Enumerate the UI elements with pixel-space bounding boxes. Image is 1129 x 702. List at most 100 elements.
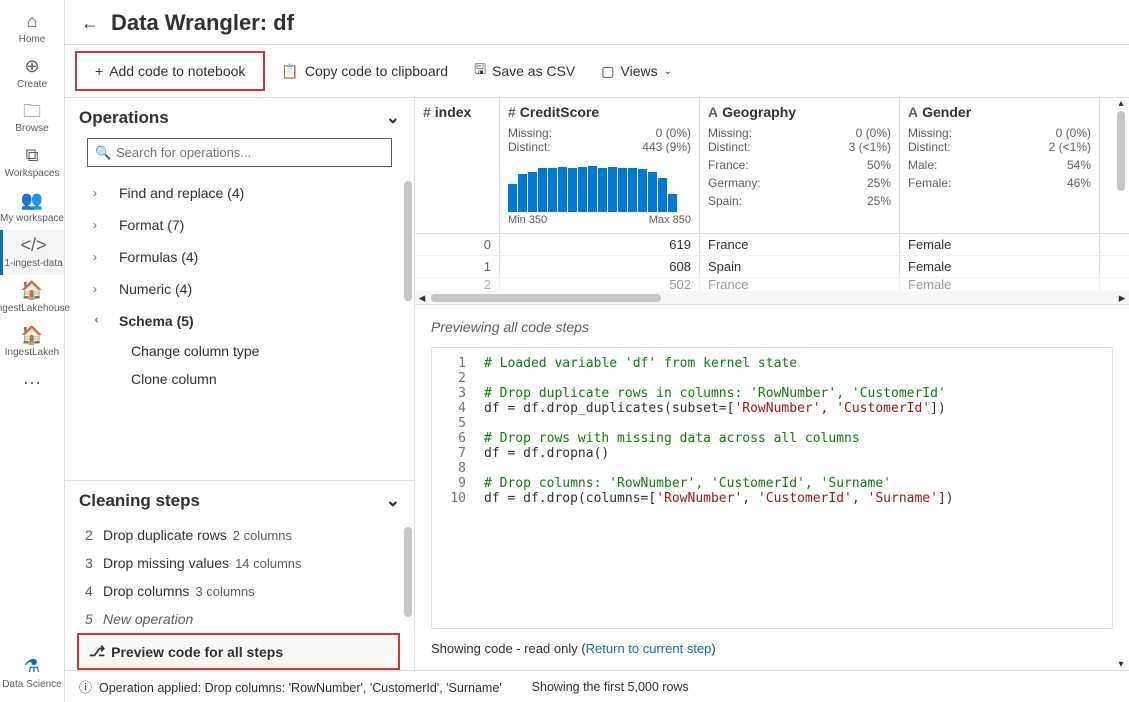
step-name: Drop missing values: [103, 555, 229, 571]
rail-workspaces[interactable]: ⧉ Workspaces: [0, 140, 64, 185]
main-area: ← Data Wrangler: df + Add code to notebo…: [65, 0, 1129, 702]
op-fr-label: Find and replace (4): [119, 185, 244, 201]
search-wrap: 🔍: [65, 138, 414, 177]
step-row-4[interactable]: 4 Drop columns 3 columns: [83, 577, 404, 605]
op-schema-label: Schema (5): [119, 313, 194, 329]
save-csv-label: Save as CSV: [492, 63, 575, 79]
steps-header[interactable]: Cleaning steps ⌄: [65, 481, 414, 521]
workspaces-icon: ⧉: [26, 146, 39, 166]
col-header-gender[interactable]: A GenderMissing:0 (0%)Distinct:2 (<1%)Ma…: [900, 98, 1100, 233]
code-line: 2: [442, 371, 1102, 386]
op-cat-find-replace[interactable]: › Find and replace (4): [89, 177, 402, 209]
people-icon: 👥: [21, 191, 43, 211]
operations-list: › Find and replace (4) ›Format (7) › Formu…: [65, 177, 414, 393]
chevron-down-icon: ⌄: [664, 66, 672, 77]
chevron-down-icon: ⌄: [386, 491, 400, 511]
rail-lakehouse-2[interactable]: 🏠 IngestLakeh: [0, 320, 64, 365]
copy-code-label: Copy code to clipboard: [305, 63, 448, 79]
op-cat-schema[interactable]: ⌄ Schema (5): [89, 305, 402, 337]
status-message: ⓘ Operation applied: Drop columns: 'RowN…: [79, 677, 502, 696]
steps-scrollbar[interactable]: [404, 527, 412, 617]
titlebar: ← Data Wrangler: df: [65, 0, 1129, 45]
back-button[interactable]: ←: [81, 13, 99, 34]
code-line: 3# Drop duplicate rows in columns: 'RowN…: [442, 386, 1102, 401]
op-clone-column[interactable]: Clone column: [89, 365, 402, 393]
toolbar: + Add code to notebook 📋 Copy code to cl…: [65, 45, 1129, 98]
preview-label: Preview code for all steps: [111, 644, 283, 660]
chevron-right-icon: ›: [93, 282, 105, 296]
rail-lakehouse2-label: IngestLakeh: [5, 347, 60, 358]
op-cat-formulas[interactable]: › Formulas (4): [89, 241, 402, 273]
table-row[interactable]: 0619FranceFemale: [415, 234, 1129, 256]
code-line: 8: [442, 461, 1102, 476]
rail-my-workspace[interactable]: 👥 My workspace: [0, 185, 64, 230]
lakehouse-icon: 🏠: [21, 281, 43, 301]
horizontal-scrollbar[interactable]: ◂ ▸: [415, 292, 1129, 304]
steps-title: Cleaning steps: [79, 491, 200, 511]
step-meta: 3 columns: [195, 584, 254, 599]
op-cat-numeric[interactable]: › Numeric (4): [89, 273, 402, 305]
chevron-right-icon: ›: [93, 250, 105, 264]
info-icon: ⓘ: [79, 680, 92, 695]
rail-more[interactable]: ⋯: [0, 368, 64, 402]
col-header-geography[interactable]: A GeographyMissing:0 (0%)Distinct:3 (<1%…: [700, 98, 900, 233]
step-num: 4: [85, 583, 97, 599]
search-icon: 🔍: [95, 145, 111, 161]
rail-create[interactable]: ⊕ Create: [0, 51, 64, 96]
layout-icon: ▢: [601, 63, 614, 80]
right-panel: # index# CreditScoreMissing:0 (0%)Distin…: [415, 98, 1129, 670]
grid-vertical-scrollbar[interactable]: ▴ ▾: [1115, 98, 1127, 670]
rail-create-label: Create: [17, 79, 47, 90]
copy-code-button[interactable]: 📋 Copy code to clipboard: [271, 57, 458, 86]
rail-home[interactable]: ⌂ Home: [0, 6, 64, 51]
table-row[interactable]: 1608SpainFemale: [415, 256, 1129, 278]
table-row[interactable]: 2502FranceFemale: [415, 278, 1129, 292]
code-line: 7df = df.dropna(): [442, 446, 1102, 461]
op-cat-format[interactable]: ›Format (7): [89, 209, 402, 241]
folder-icon: 🗀: [23, 102, 41, 122]
rail-notebook-active[interactable]: </> 1-ingest-data: [0, 230, 64, 275]
data-rows: 0619FranceFemale1608SpainFemale2502Franc…: [415, 234, 1129, 292]
search-input[interactable]: [87, 138, 392, 167]
operations-title: Operations: [79, 108, 169, 128]
step-num: 2: [85, 527, 97, 543]
col-header-creditscore[interactable]: # CreditScoreMissing:0 (0%)Distinct:443 …: [500, 98, 700, 233]
data-grid: # index# CreditScoreMissing:0 (0%)Distin…: [415, 98, 1129, 304]
statusbar: ⓘ Operation applied: Drop columns: 'RowN…: [65, 670, 1129, 702]
step-row-new[interactable]: 5New operation: [83, 605, 404, 633]
op-formulas-label: Formulas (4): [119, 249, 198, 265]
add-code-button[interactable]: + Add code to notebook: [85, 57, 255, 85]
views-label: Views: [621, 63, 658, 79]
more-icon: ⋯: [23, 374, 41, 394]
op-numeric-label: Numeric (4): [119, 281, 192, 297]
return-current-step-link[interactable]: Return to current step: [586, 641, 712, 656]
ops-scrollbar[interactable]: [404, 181, 412, 301]
step-meta: 2 columns: [233, 528, 292, 543]
step-row-2[interactable]: 2Drop duplicate rows2 columns: [83, 521, 404, 549]
chevron-down-icon: ⌄: [92, 315, 106, 327]
operations-header[interactable]: Operations ⌄: [65, 98, 414, 138]
operations-body: › Find and replace (4) ›Format (7) › Formu…: [65, 177, 414, 480]
step-name: Drop columns: [103, 583, 189, 599]
column-headers: # index# CreditScoreMissing:0 (0%)Distin…: [415, 98, 1129, 234]
preview-code-all-steps[interactable]: ⎇ Preview code for all steps: [77, 633, 400, 670]
rail-browse-label: Browse: [15, 123, 48, 134]
code-line: 4df = df.drop_duplicates(subset=['RowNum…: [442, 401, 1102, 416]
step-num: 3: [85, 555, 97, 571]
code-preview-title: Previewing all code steps: [431, 319, 1113, 335]
rail-home-label: Home: [19, 34, 46, 45]
step-row-3[interactable]: 3 Drop missing values 14 columns: [83, 549, 404, 577]
chevron-right-icon: ›: [93, 186, 105, 200]
col-header-index[interactable]: # index: [415, 98, 500, 233]
code-box[interactable]: 1# Loaded variable 'df' from kernel stat…: [431, 347, 1113, 629]
rail-data-science[interactable]: ⚗ Data Science: [0, 651, 64, 696]
rail-browse[interactable]: 🗀 Browse: [0, 96, 64, 141]
op-change-column-type[interactable]: Change column type: [89, 337, 402, 365]
rail-lakehouse[interactable]: 🏠 IngestLakehouse: [0, 275, 64, 320]
code-line: 1# Loaded variable 'df' from kernel stat…: [442, 356, 1102, 371]
views-button[interactable]: ▢ Views ⌄: [591, 57, 682, 86]
step-meta: 14 columns: [235, 556, 301, 571]
lakehouse-icon: 🏠: [21, 326, 43, 346]
flask-icon: ⚗: [24, 657, 40, 677]
save-csv-button[interactable]: 🖫 Save as CSV: [464, 53, 585, 89]
